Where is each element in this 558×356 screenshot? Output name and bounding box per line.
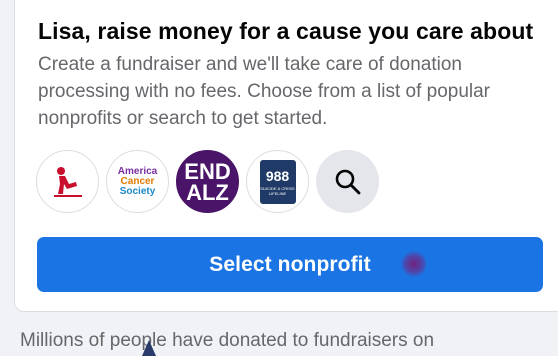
search-nonprofit-button[interactable] [316, 150, 379, 213]
end-alz-logo-icon: END ALZ [184, 158, 231, 205]
card-title: Lisa, raise money for a cause you care a… [38, 18, 534, 44]
end-alz-logo-button[interactable]: END ALZ [176, 150, 239, 213]
fundraiser-card: Lisa, raise money for a cause you care a… [14, 0, 558, 312]
search-icon [335, 169, 360, 194]
nonprofit-logos: America Cancer Society END ALZ 988 SUICI… [36, 150, 379, 216]
st-jude-logo-button[interactable] [36, 150, 99, 213]
st-jude-logo-icon [53, 166, 82, 197]
card-description: Create a fundraiser and we'll take care … [38, 54, 491, 129]
footer-text: Millions of people have donated to fundr… [20, 330, 435, 351]
select-nonprofit-label: Select nonprofit [209, 252, 371, 276]
select-nonprofit-button[interactable]: Select nonprofit [37, 237, 543, 292]
american-cancer-society-logo-icon: America Cancer Society [117, 165, 158, 197]
mouse-pointer-icon [142, 340, 156, 356]
american-cancer-society-logo-button[interactable]: America Cancer Society [106, 150, 169, 213]
988-lifeline-logo-button[interactable]: 988 SUICIDE & CRISIS LIFELINE [246, 150, 309, 213]
988-lifeline-logo-icon: 988 SUICIDE & CRISIS LIFELINE [259, 159, 296, 204]
cursor-highlight [401, 251, 427, 277]
